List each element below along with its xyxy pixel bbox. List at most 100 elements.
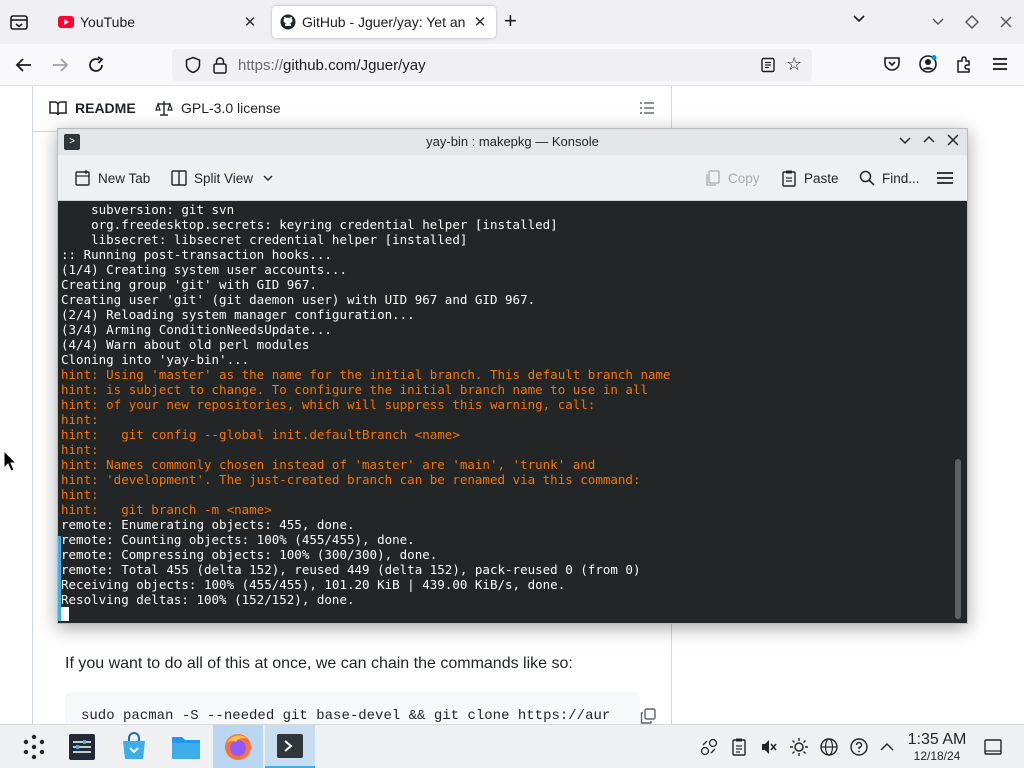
system-settings-taskbar-button[interactable]	[57, 725, 107, 768]
close-window-icon[interactable]	[944, 133, 962, 151]
konsole-window[interactable]: > yay-bin : makepkg — Konsole New Tab Sp…	[57, 128, 968, 624]
chevron-down-icon[interactable]	[851, 10, 867, 31]
terminal-hint-line: hint: Names commonly chosen instead of '…	[61, 457, 596, 472]
url-bar[interactable]: https://github.com/Jguer/yay ☆	[172, 49, 812, 81]
terminal-hint-line: hint:	[61, 412, 99, 427]
store-bag-icon	[123, 732, 145, 759]
tab-github[interactable]: GitHub - Jguer/yay: Yet an ✕	[272, 6, 496, 38]
konsole-menu-button[interactable]	[936, 169, 960, 187]
terminal-line: (3/4) Arming ConditionNeedsUpdate...	[61, 322, 332, 337]
url-text[interactable]: https://github.com/Jguer/yay	[238, 57, 426, 74]
book-icon	[49, 101, 67, 116]
terminal-hint-line: hint:	[61, 487, 99, 502]
terminal-line: remote: Total 455 (delta 152), reused 44…	[61, 562, 641, 577]
konsole-titlebar[interactable]: > yay-bin : makepkg — Konsole	[58, 129, 967, 155]
copy-button[interactable]: Copy	[704, 169, 760, 187]
find-button[interactable]: Find...	[858, 169, 920, 187]
readme-tab-label: README	[75, 100, 136, 116]
konsole-toolbar: New Tab Split View Copy Paste Find...	[58, 155, 967, 201]
outline-list-icon[interactable]	[639, 100, 655, 116]
license-tab[interactable]: GPL-3.0 license	[155, 100, 281, 116]
lock-icon[interactable]	[212, 56, 228, 74]
new-tab-label: New Tab	[98, 170, 151, 186]
hamburger-menu-icon	[937, 172, 953, 184]
dolphin-taskbar-button[interactable]	[161, 725, 211, 768]
settings-sliders-icon	[69, 734, 95, 760]
tab-list-icon[interactable]	[8, 11, 30, 33]
license-tab-label: GPL-3.0 license	[181, 100, 281, 116]
paste-button[interactable]: Paste	[780, 169, 839, 187]
terminal-line: Creating user 'git' (git daemon user) wi…	[61, 292, 536, 307]
maximize-chevron-icon[interactable]	[920, 133, 938, 151]
reader-view-icon[interactable]	[760, 57, 776, 73]
new-tab-button[interactable]: New Tab	[74, 169, 150, 187]
pocket-icon[interactable]	[882, 54, 902, 74]
terminal-line: (1/4) Creating system user accounts...	[61, 262, 347, 277]
network-tray-icon[interactable]	[699, 737, 719, 757]
clock-time: 1:35 AM	[907, 731, 967, 748]
terminal-icon	[277, 733, 303, 758]
chevron-down-icon	[263, 175, 273, 181]
firefox-icon	[225, 734, 251, 760]
reload-icon[interactable]	[84, 53, 108, 77]
terminal-line: remote: Enumerating objects: 455, done.	[61, 517, 355, 532]
konsole-taskbar-button[interactable]	[265, 725, 315, 768]
hamburger-menu-icon[interactable]	[990, 54, 1010, 74]
terminal-line: Creating group 'git' with GID 967.	[61, 277, 317, 292]
firefox-taskbar-button[interactable]	[213, 725, 263, 768]
globe-network-tray-icon[interactable]	[819, 737, 839, 757]
close-tab-icon[interactable]: ✕	[472, 13, 488, 31]
account-icon[interactable]	[918, 54, 938, 74]
find-label: Find...	[882, 170, 920, 186]
terminal-area[interactable]: subversion: git svn org.freedesktop.secr…	[58, 201, 967, 623]
extensions-puzzle-icon[interactable]	[954, 54, 974, 74]
window-diamond-icon[interactable]	[964, 14, 980, 35]
terminal-line: (2/4) Reloading system manager configura…	[61, 307, 415, 322]
terminal-hint-line: hint: of your new repositories, which wi…	[61, 397, 596, 412]
new-tab-plus-icon[interactable]: +	[504, 10, 517, 32]
paste-label: Paste	[804, 170, 839, 186]
mouse-cursor-icon	[3, 450, 17, 472]
minimize-chevron-icon[interactable]	[896, 133, 914, 151]
terminal-output: subversion: git svn org.freedesktop.secr…	[61, 202, 671, 622]
scale-icon	[155, 101, 173, 116]
shield-icon[interactable]	[184, 56, 202, 74]
tab-youtube[interactable]: YouTube ✕	[50, 6, 266, 38]
help-tray-icon[interactable]	[849, 737, 869, 757]
konsole-title: yay-bin : makepkg — Konsole	[426, 134, 599, 149]
forward-arrow-icon[interactable]	[48, 53, 72, 77]
back-arrow-icon[interactable]	[12, 53, 36, 77]
show-desktop-icon[interactable]	[983, 737, 1003, 757]
terminal-line: Resolving deltas: 100% (152/152), done.	[61, 592, 355, 607]
terminal-hint-line: hint: 'development'. The just-created br…	[61, 472, 641, 487]
terminal-line: subversion: git svn	[61, 202, 235, 217]
terminal-hint-line: hint: git config --global init.defaultBr…	[61, 427, 460, 442]
terminal-prompt-line[interactable]	[61, 607, 671, 622]
window-chevron-down-icon[interactable]	[930, 14, 946, 35]
readme-tab[interactable]: README	[49, 100, 136, 116]
taskbar: 1:35 AM 12/18/24	[0, 724, 1024, 768]
paste-icon	[782, 170, 796, 187]
code-text: sudo pacman -S --needed git base-devel &…	[81, 708, 611, 724]
terminal-line: :: Running post-transaction hooks...	[61, 247, 332, 262]
tray-expand-chevron-icon[interactable]	[877, 737, 897, 757]
bookmark-star-icon[interactable]: ☆	[786, 55, 802, 73]
window-close-icon[interactable]	[998, 14, 1014, 35]
volume-muted-tray-icon[interactable]	[759, 737, 779, 757]
terminal-line: remote: Compressing objects: 100% (300/3…	[61, 547, 438, 562]
brightness-tray-icon[interactable]	[789, 737, 809, 757]
discover-taskbar-button[interactable]	[109, 725, 159, 768]
new-tab-icon	[75, 170, 90, 186]
terminal-scrollbar[interactable]	[955, 459, 961, 619]
terminal-cursor	[61, 607, 69, 621]
split-view-button[interactable]: Split View	[170, 169, 281, 187]
terminal-line: libsecret: libsecret credential helper […	[61, 232, 468, 247]
clipboard-tray-icon[interactable]	[729, 737, 749, 757]
split-view-icon	[171, 170, 187, 186]
close-tab-icon[interactable]: ✕	[242, 13, 258, 31]
app-launcher-button[interactable]	[9, 725, 59, 768]
terminal-line: Cloning into 'yay-bin'...	[61, 352, 250, 367]
copy-code-icon[interactable]	[640, 708, 656, 724]
clock[interactable]: 1:35 AM 12/18/24	[900, 731, 974, 763]
terminal-line: remote: Counting objects: 100% (455/455)…	[61, 532, 415, 547]
